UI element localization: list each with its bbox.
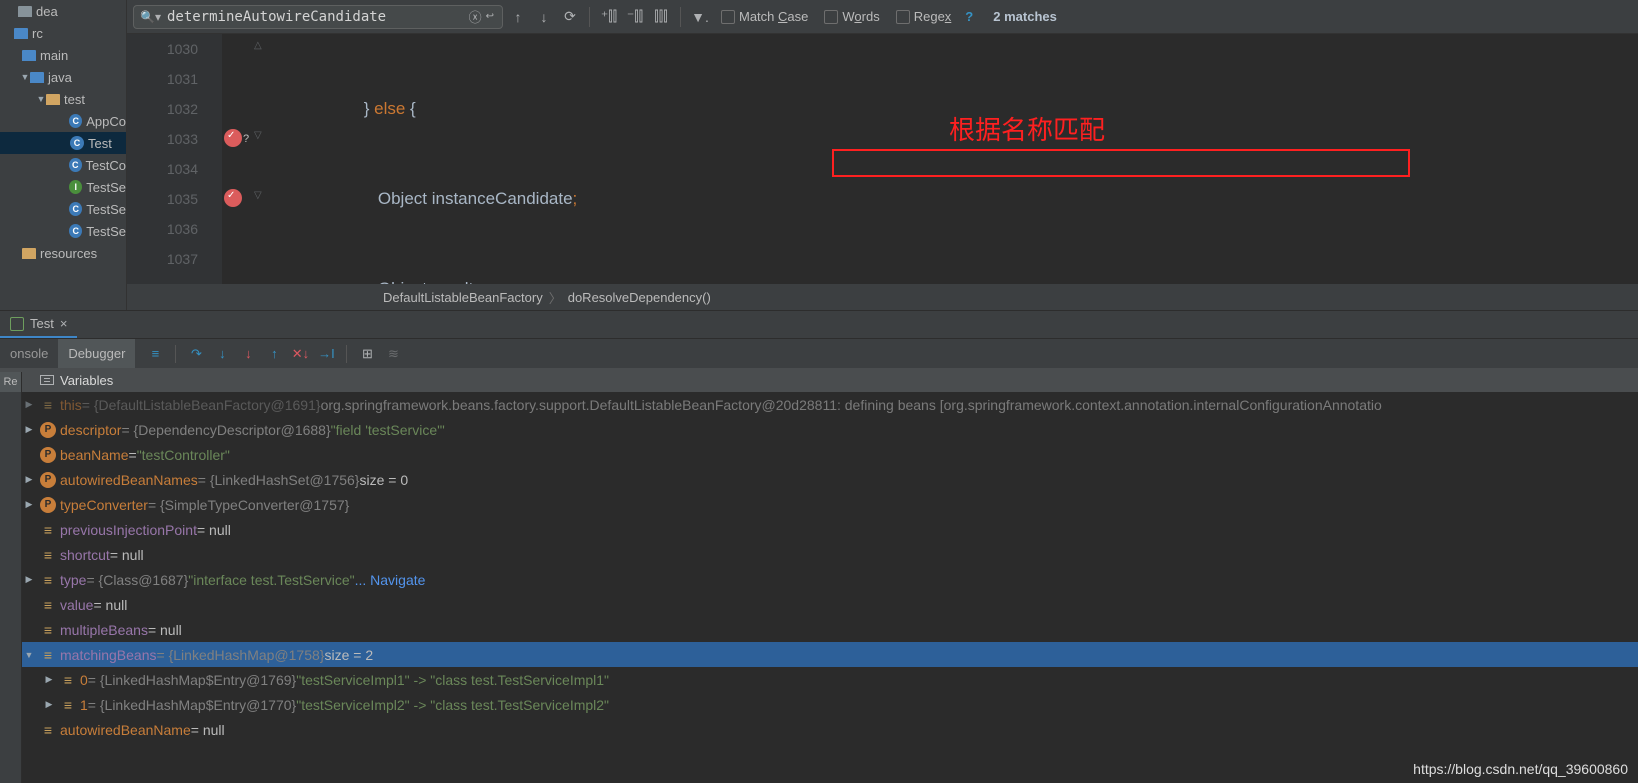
variable-row[interactable]: ≡value = null — [0, 592, 1638, 617]
highlight-box — [832, 149, 1410, 177]
line-number[interactable]: 1030 — [127, 34, 198, 64]
variables-panel[interactable]: ▶≡this = {DefaultListableBeanFactory@169… — [0, 392, 1638, 783]
line-number[interactable]: 1036 — [127, 214, 198, 244]
variable-row[interactable]: ▶≡type = {Class@1687} "interface test.Te… — [0, 567, 1638, 592]
variable-row[interactable]: ▶≡0 = {LinkedHashMap$Entry@1769} "testSe… — [0, 667, 1638, 692]
tree-item[interactable]: ITestSe — [0, 176, 126, 198]
breadcrumb-item[interactable]: DefaultListableBeanFactory — [383, 290, 543, 305]
trace-icon[interactable]: ≋ — [381, 342, 405, 366]
debug-tabs: Test × — [0, 310, 1638, 338]
match-count: 2 matches — [993, 9, 1057, 24]
code-editor[interactable]: } else { Object instanceCandidate; Objec… — [222, 34, 1638, 284]
match-case-checkbox[interactable]: Match Case — [721, 9, 808, 24]
filter-icon[interactable]: ▼. — [689, 6, 711, 28]
tree-item[interactable]: CTest — [0, 132, 126, 154]
search-box[interactable]: 🔍▾ ⓧ ↩ — [133, 5, 503, 29]
search-icon: 🔍▾ — [140, 10, 161, 24]
variable-row[interactable]: ▶Pdescriptor = {DependencyDescriptor@168… — [0, 417, 1638, 442]
tree-item[interactable]: CTestCo — [0, 154, 126, 176]
variable-row[interactable]: ▶≡1 = {LinkedHashMap$Entry@1770} "testSe… — [0, 692, 1638, 717]
select-all-occurrences-icon[interactable]: ⫿⫿⫿ — [650, 6, 672, 28]
line-number[interactable]: 1035 — [127, 184, 198, 214]
tree-item[interactable]: dea — [0, 0, 126, 22]
variables-header: Variables — [0, 368, 1638, 392]
tree-item[interactable]: main — [0, 44, 126, 66]
line-number[interactable]: 1034 — [127, 154, 198, 184]
tree-item[interactable]: rc — [0, 22, 126, 44]
run-config-icon — [10, 317, 24, 331]
remove-selection-icon[interactable]: ⁻⫿⫿ — [624, 6, 646, 28]
tree-item[interactable]: ▼java — [0, 66, 126, 88]
line-gutter[interactable]: 10301031103210331034103510361037 — [127, 34, 222, 284]
threads-icon[interactable]: ≡ — [143, 342, 167, 366]
history-icon[interactable]: ↩ — [484, 11, 496, 22]
step-into-icon[interactable]: ↓ — [210, 342, 234, 366]
variables-icon — [40, 375, 54, 385]
add-selection-icon[interactable]: ⁺⫿⫿ — [598, 6, 620, 28]
select-all-icon[interactable]: ⟳ — [559, 6, 581, 28]
tree-item[interactable]: resources — [0, 242, 126, 264]
variable-row[interactable]: ≡shortcut = null — [0, 542, 1638, 567]
breadcrumb-item[interactable]: doResolveDependency() — [568, 290, 711, 305]
find-bar: 🔍▾ ⓧ ↩ ↑ ↓ ⟳ ⁺⫿⫿ ⁻⫿⫿ ⫿⫿⫿ ▼. Match Case W… — [127, 0, 1638, 34]
variable-row[interactable]: ▶PtypeConverter = {SimpleTypeConverter@1… — [0, 492, 1638, 517]
line-number[interactable]: 1031 — [127, 64, 198, 94]
left-toolwindow-bar[interactable]: Re — [0, 372, 22, 783]
variable-row[interactable]: ≡multipleBeans = null — [0, 617, 1638, 642]
drop-frame-icon[interactable]: ✕↓ — [288, 342, 312, 366]
breadcrumb[interactable]: DefaultListableBeanFactory 〉 doResolveDe… — [127, 284, 1638, 310]
prev-match-icon[interactable]: ↑ — [507, 6, 529, 28]
variable-row[interactable]: ▶PautowiredBeanNames = {LinkedHashSet@17… — [0, 467, 1638, 492]
force-step-into-icon[interactable]: ↓ — [236, 342, 260, 366]
close-tab-icon[interactable]: × — [60, 316, 68, 331]
project-tree[interactable]: dearcmain▼java▼testCAppCoCTestCTestCoITe… — [0, 0, 127, 310]
console-tab[interactable]: onsole — [0, 339, 58, 368]
debugger-toolbar: onsole Debugger ≡ ↷ ↓ ↓ ↑ ✕↓ →I ⊞ ≋ — [0, 338, 1638, 368]
tree-item[interactable]: ▼test — [0, 88, 126, 110]
annotation-text: 根据名称匹配 — [949, 116, 1105, 146]
toolwindow-button[interactable]: Re — [0, 372, 21, 392]
search-input[interactable] — [161, 9, 467, 25]
debug-tab[interactable]: Test × — [0, 311, 77, 338]
variable-row[interactable]: ▶≡this = {DefaultListableBeanFactory@169… — [0, 392, 1638, 417]
variable-row[interactable]: PbeanName = "testController" — [0, 442, 1638, 467]
run-to-cursor-icon[interactable]: →I — [314, 342, 338, 366]
step-out-icon[interactable]: ↑ — [262, 342, 286, 366]
evaluate-icon[interactable]: ⊞ — [355, 342, 379, 366]
tree-item[interactable]: CTestSe — [0, 220, 126, 242]
words-checkbox[interactable]: Words — [824, 9, 879, 24]
step-over-icon[interactable]: ↷ — [184, 342, 208, 366]
regex-help-icon[interactable]: ? — [961, 9, 977, 24]
clear-search-icon[interactable]: ⓧ — [467, 7, 484, 26]
regex-checkbox[interactable]: Regex — [896, 9, 952, 24]
line-number[interactable]: 1037 — [127, 244, 198, 274]
variable-row[interactable]: ≡autowiredBeanName = null — [0, 717, 1638, 742]
tree-item[interactable]: CAppCo — [0, 110, 126, 132]
variable-row[interactable]: ▼≡matchingBeans = {LinkedHashMap@1758} s… — [0, 642, 1638, 667]
line-number[interactable]: 1033 — [127, 124, 198, 154]
next-match-icon[interactable]: ↓ — [533, 6, 555, 28]
tree-item[interactable]: CTestSe — [0, 198, 126, 220]
watermark: https://blog.csdn.net/qq_39600860 — [1413, 761, 1628, 777]
line-number[interactable]: 1032 — [127, 94, 198, 124]
variable-row[interactable]: ≡previousInjectionPoint = null — [0, 517, 1638, 542]
debugger-subtab[interactable]: Debugger — [58, 339, 135, 368]
